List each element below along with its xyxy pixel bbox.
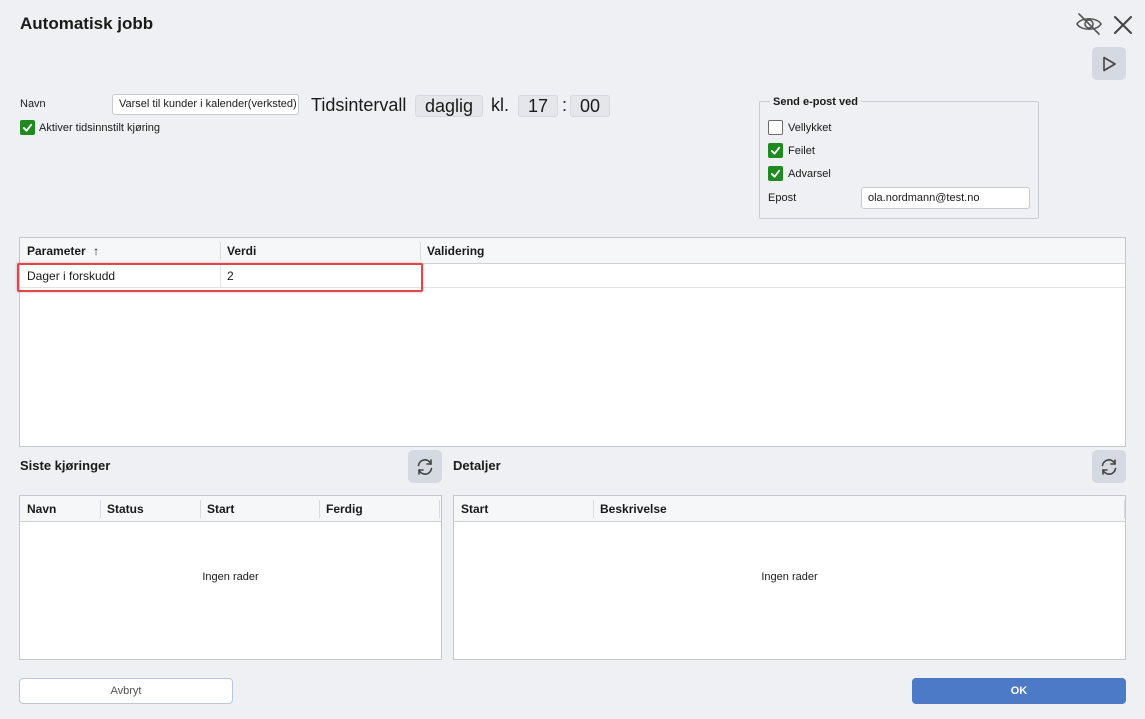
parameters-header: Parameter ↑ Verdi Validering (20, 238, 1125, 264)
details-empty-text: Ingen rader (761, 571, 818, 583)
cell-parameter: Dager i forskudd (27, 269, 116, 283)
refresh-icon (1101, 458, 1117, 475)
ok-button[interactable]: OK (912, 678, 1126, 704)
column-header-beskrivelse[interactable]: Beskrivelse (593, 496, 667, 522)
vellykket-checkbox[interactable] (768, 120, 783, 135)
details-title: Detaljer (453, 458, 501, 473)
hide-eye-icon[interactable] (1074, 11, 1104, 37)
time-colon: : (562, 95, 568, 115)
column-header-validering[interactable]: Validering (420, 238, 720, 264)
advarsel-label: Advarsel (788, 168, 831, 180)
interval-label: Tidsintervall (311, 95, 407, 115)
vellykket-label: Vellykket (788, 122, 832, 134)
runs-refresh-button[interactable] (408, 450, 442, 483)
runs-empty-text: Ingen rader (202, 571, 259, 583)
column-header-start[interactable]: Start (454, 496, 488, 522)
checkmark-icon (770, 146, 781, 155)
cell-verdi[interactable]: 2 (220, 265, 420, 287)
time-label: kl. (491, 95, 509, 115)
name-input[interactable]: Varsel til kunder i kalender(verksted) (112, 94, 299, 115)
column-header-ferdig[interactable]: Ferdig (319, 496, 363, 522)
runs-header: Navn Status Start Ferdig (20, 496, 441, 522)
advarsel-checkbox[interactable] (768, 166, 783, 181)
minute-field[interactable]: 00 (570, 95, 610, 117)
column-header-navn[interactable]: Navn (20, 496, 56, 522)
details-grid: Start Beskrivelse Ingen rader (453, 495, 1126, 660)
column-label: Parameter (27, 244, 86, 258)
column-divider (439, 500, 440, 518)
play-icon (1103, 56, 1116, 71)
name-label: Navn (20, 98, 46, 110)
close-icon[interactable] (1111, 13, 1135, 37)
run-button[interactable] (1092, 47, 1126, 80)
cancel-button[interactable]: Avbryt (19, 678, 233, 704)
hour-field[interactable]: 17 (518, 95, 558, 117)
epost-label: Epost (768, 192, 797, 204)
details-refresh-button[interactable] (1092, 450, 1126, 483)
interval-select[interactable]: daglig (415, 95, 483, 117)
email-legend: Send e-post ved (770, 96, 861, 108)
epost-input[interactable]: ola.nordmann@test.no (861, 187, 1030, 209)
runs-grid: Navn Status Start Ferdig Ingen rader (19, 495, 442, 660)
table-row[interactable]: Dager i forskudd 2 (20, 265, 1125, 288)
column-header-verdi[interactable]: Verdi (220, 238, 420, 264)
checkmark-icon (22, 123, 33, 132)
column-header-status[interactable]: Status (100, 496, 144, 522)
feilet-checkbox[interactable] (768, 143, 783, 158)
column-divider (1124, 500, 1125, 518)
sort-arrow-icon: ↑ (93, 244, 100, 258)
cell-validering (420, 265, 720, 287)
runs-title: Siste kjøringer (20, 458, 111, 473)
activate-label: Aktiver tidsinnstilt kjøring (39, 122, 161, 134)
details-header: Start Beskrivelse (454, 496, 1125, 522)
checkmark-icon (770, 169, 781, 178)
refresh-icon (417, 458, 433, 475)
feilet-label: Feilet (788, 145, 815, 157)
dialog-title: Automatisk jobb (20, 14, 154, 33)
column-header-start[interactable]: Start (200, 496, 234, 522)
activate-checkbox[interactable] (20, 120, 35, 135)
column-header-parameter[interactable]: Parameter ↑ (20, 238, 220, 264)
parameters-grid: Parameter ↑ Verdi Validering Dager i for… (19, 237, 1126, 447)
